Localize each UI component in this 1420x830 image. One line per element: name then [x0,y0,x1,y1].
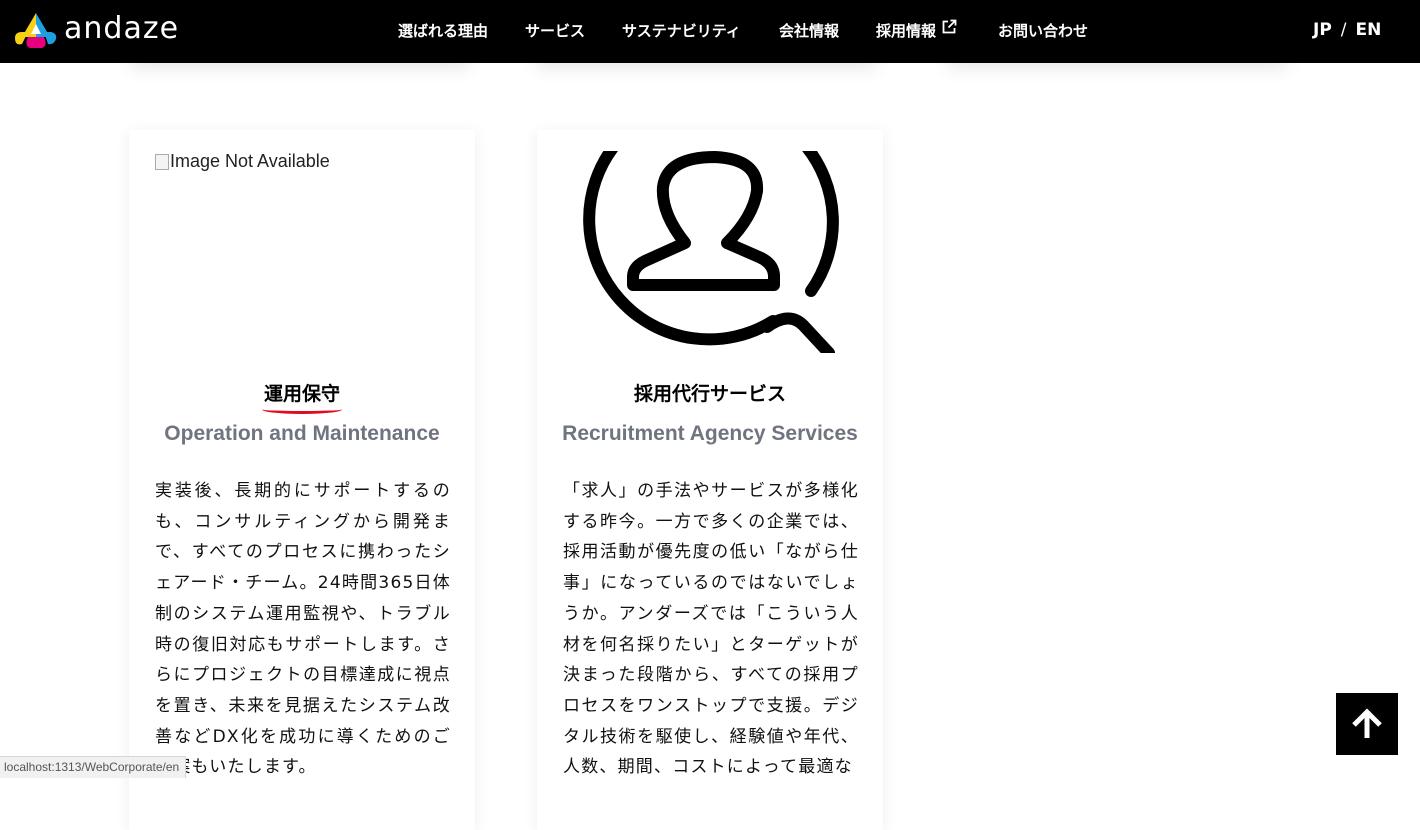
user-search-icon [583,151,839,353]
service-card-operation: Image Not Available 運用保守 Operation and M… [129,130,475,830]
nav-item-contact[interactable]: お問い合わせ [998,21,1088,41]
site-header: andaze 選ばれる理由 サービス サステナビリティ 会社情報 採用情報 お問… [0,0,1420,63]
andaze-logo-icon [15,13,57,48]
card-image: Image Not Available [155,151,449,353]
card-title: 運用保守 [129,380,475,414]
external-link-icon [942,19,957,34]
card-description: 「求人」の手法やサービスが多様化する昨今。一方で多くの企業では、採用活動が優先度… [563,481,859,778]
card-image [563,151,857,353]
card-title: 採用代行サービス [633,383,786,405]
card-title-text: 運用保守 [261,380,343,414]
nav-item-reasons[interactable]: 選ばれる理由 [398,21,488,41]
card-subtitle: Operation and Maintenance [164,422,440,445]
browser-status-bar: localhost:1313/WebCorporate/en [0,756,187,778]
nav-item-company[interactable]: 会社情報 [779,21,839,41]
nav-item-recruit-label: 採用情報 [876,22,937,40]
broken-image-icon [155,153,169,170]
nav-item-recruit[interactable]: 採用情報 [876,19,957,41]
card-description: 実装後、長期的にサポートするのも、コンサルティングから開発まで、すべてのプロセス… [155,481,451,778]
language-switcher: JP / EN [1313,20,1381,40]
lang-jp[interactable]: JP [1313,20,1332,40]
broken-image: Image Not Available [155,151,330,172]
nav-item-services[interactable]: サービス [525,21,585,41]
nav-item-sustainability[interactable]: サステナビリティ [622,21,741,41]
card-subtitle: Recruitment Agency Services [562,422,858,445]
arrow-up-icon [1352,708,1382,738]
image-alt-text: Image Not Available [170,151,330,171]
service-card-recruitment: 採用代行サービス Recruitment Agency Services 「求人… [537,130,883,830]
andaze-logo[interactable]: andaze [14,10,184,50]
lang-separator: / [1340,20,1347,40]
lang-en[interactable]: EN [1356,20,1382,40]
back-to-top-button[interactable] [1336,693,1398,755]
logo-text: andaze [64,11,180,46]
